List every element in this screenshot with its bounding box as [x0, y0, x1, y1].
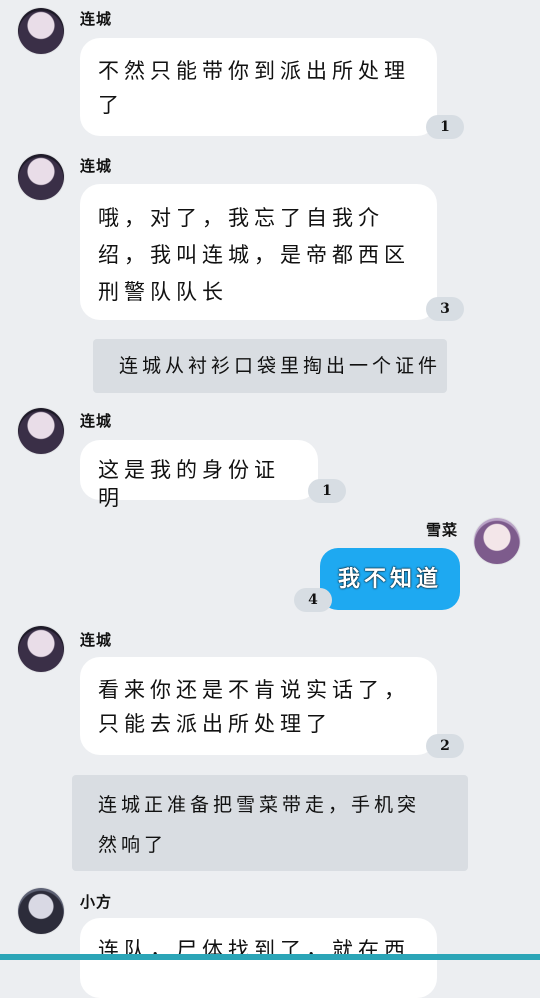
sender-name: 雪菜	[426, 521, 459, 539]
sender-name: 连城	[80, 10, 113, 28]
narration-box: 连城从衬衫口袋里掏出一个证件	[93, 339, 447, 393]
read-count-badge: 2	[426, 734, 464, 758]
message-bubble[interactable]: 看来你还是不肯说实话了，只能去派出所处理了	[80, 657, 437, 755]
sender-name: 连城	[80, 157, 113, 175]
avatar-liancheng[interactable]	[18, 8, 64, 54]
message-text: 哦，对了，我忘了自我介绍，我叫连城，是帝都西区刑警队队长	[98, 206, 410, 304]
bottom-bar	[0, 954, 540, 960]
avatar-xiaofang[interactable]	[18, 888, 64, 934]
avatar-liancheng[interactable]	[18, 626, 64, 672]
message-text: 不然只能带你到派出所处理了	[98, 59, 410, 117]
narration-text: 连城正准备把雪菜带走，手机突然响了	[98, 794, 421, 856]
read-count-badge: 1	[308, 479, 346, 503]
avatar-xuecai[interactable]	[474, 518, 520, 564]
message-bubble[interactable]: 不然只能带你到派出所处理了	[80, 38, 437, 136]
message-text: 这是我的身份证明	[98, 458, 280, 510]
avatar-liancheng[interactable]	[18, 154, 64, 200]
message-bubble-self[interactable]: 我不知道	[320, 548, 460, 610]
narration-text: 连城从衬衫口袋里掏出一个证件	[119, 355, 442, 377]
message-text: 我不知道	[338, 566, 443, 592]
read-count-badge: 3	[426, 297, 464, 321]
message-bubble[interactable]: 哦，对了，我忘了自我介绍，我叫连城，是帝都西区刑警队队长	[80, 184, 437, 320]
read-count-badge: 1	[426, 115, 464, 139]
sender-name: 连城	[80, 631, 113, 649]
sender-name: 连城	[80, 412, 113, 430]
narration-box: 连城正准备把雪菜带走，手机突然响了	[72, 775, 468, 871]
avatar-liancheng[interactable]	[18, 408, 64, 454]
message-bubble[interactable]: 这是我的身份证明	[80, 440, 318, 510]
sender-name: 小方	[80, 893, 113, 911]
read-count-badge: 4	[294, 588, 332, 612]
message-text: 看来你还是不肯说实话了，只能去派出所处理了	[98, 678, 410, 736]
